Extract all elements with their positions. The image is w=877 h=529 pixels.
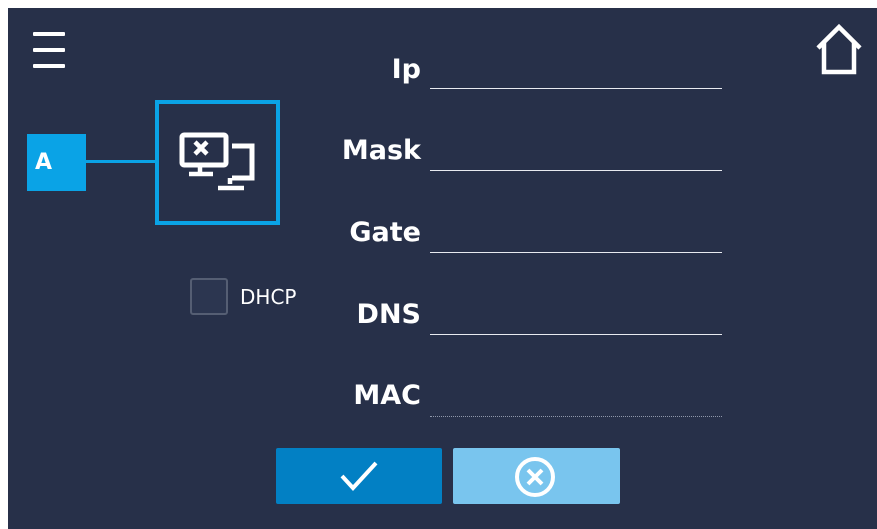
network-interface-tag: A xyxy=(27,134,86,191)
ip-field[interactable] xyxy=(430,88,722,89)
gate-field[interactable] xyxy=(430,252,722,253)
cancel-button[interactable] xyxy=(453,448,620,504)
gate-label: Gate xyxy=(349,217,421,248)
network-device-button[interactable] xyxy=(155,100,280,225)
mask-field[interactable] xyxy=(430,170,722,171)
network-interface-tag-label: A xyxy=(35,150,53,175)
cancel-circle-x-icon xyxy=(515,457,555,497)
dns-label: DNS xyxy=(356,299,421,330)
hamburger-menu-icon[interactable] xyxy=(30,28,68,72)
dns-field[interactable] xyxy=(430,334,722,335)
tag-connector-line xyxy=(86,160,155,163)
checkmark-icon xyxy=(340,461,378,491)
dhcp-checkbox[interactable] xyxy=(190,278,228,315)
mac-label: MAC xyxy=(353,380,421,411)
home-icon[interactable] xyxy=(811,22,867,78)
ip-label: Ip xyxy=(391,54,421,85)
network-settings-screen: A DHCP Ip Mask Gate DNS MAC xyxy=(8,8,877,529)
network-computers-disconnected-icon xyxy=(179,132,255,191)
mac-field xyxy=(430,416,722,418)
confirm-button[interactable] xyxy=(276,448,442,504)
mask-label: Mask xyxy=(341,135,421,166)
dhcp-label: DHCP xyxy=(240,285,297,309)
